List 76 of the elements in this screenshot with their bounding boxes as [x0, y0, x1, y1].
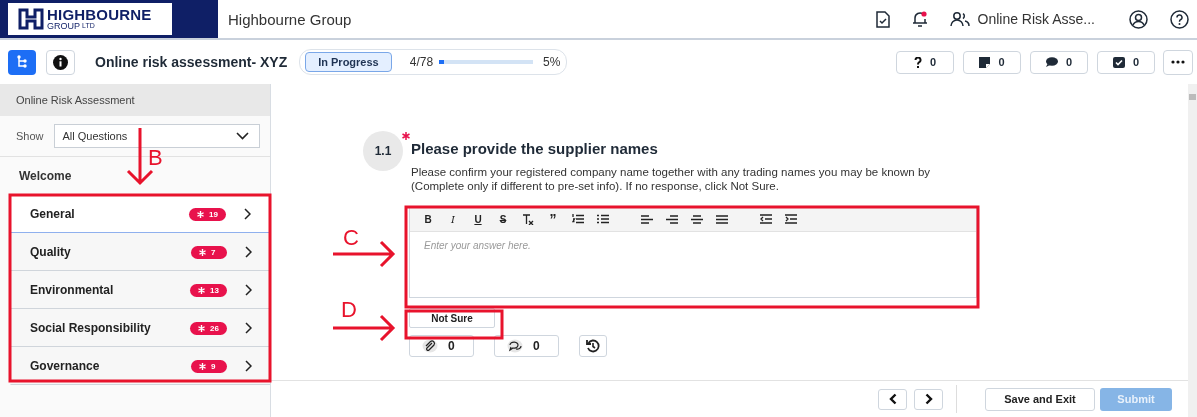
- chevron-right-icon: [245, 322, 252, 334]
- align-right-icon[interactable]: [666, 214, 678, 224]
- checkbox-icon: [1112, 56, 1125, 68]
- history-button[interactable]: [579, 335, 607, 357]
- chevron-right-icon: [245, 284, 252, 296]
- required-count-badge: 13: [190, 283, 227, 297]
- strikethrough-tool[interactable]: S: [497, 213, 509, 225]
- counter-button[interactable]: 0: [1030, 50, 1088, 74]
- answer-editor[interactable]: B I U S ” Enter your answer here.: [409, 206, 977, 298]
- required-count-badge: 9: [191, 359, 227, 373]
- counter-button[interactable]: 0: [963, 50, 1021, 74]
- italic-tool[interactable]: I: [447, 213, 459, 225]
- more-button[interactable]: [1163, 49, 1193, 75]
- previous-button[interactable]: [878, 388, 907, 410]
- counter-button[interactable]: 0: [896, 50, 954, 74]
- logo-name: HIGHBOURNE: [47, 7, 152, 22]
- question-number: 1.1: [363, 131, 403, 171]
- tree-icon: [16, 55, 28, 69]
- document-check-icon[interactable]: [875, 10, 890, 28]
- outdent-icon[interactable]: [760, 214, 772, 224]
- next-button[interactable]: [914, 388, 943, 410]
- question-description: Please confirm your registered company name together with any trading names you may be known by (Complete only if different to pre-set info). If no response, click Not Sure.: [411, 165, 932, 193]
- chevron-left-icon: [888, 393, 897, 405]
- clear-format-icon[interactable]: [522, 213, 534, 225]
- question-title: Please provide the supplier names: [411, 140, 659, 157]
- annotation-letter: C: [343, 225, 359, 251]
- app-title: Highbourne Group: [228, 10, 353, 28]
- assessment-title: Online risk assessment- XYZ: [95, 54, 288, 70]
- chevron-right-icon: [245, 360, 252, 372]
- bold-tool[interactable]: B: [422, 213, 434, 225]
- info-icon: [53, 54, 68, 70]
- user-label[interactable]: Online Risk Asse...: [977, 11, 1095, 27]
- numbered-list-icon[interactable]: [572, 214, 584, 224]
- info-button[interactable]: [46, 49, 75, 75]
- underline-tool[interactable]: U: [472, 213, 484, 225]
- user-account-icon[interactable]: [1129, 9, 1148, 29]
- counter-button[interactable]: 0: [1097, 50, 1155, 74]
- progress-count: 4/78: [409, 55, 434, 69]
- save-and-exit-button[interactable]: Save and Exit: [985, 387, 1095, 411]
- logo-subtitle: GROUP: [47, 21, 80, 31]
- justify-icon[interactable]: [716, 214, 728, 224]
- quote-tool[interactable]: ”: [547, 214, 559, 224]
- help-icon[interactable]: [1170, 9, 1189, 29]
- paperclip-icon: [422, 339, 438, 353]
- question-icon: [913, 56, 922, 68]
- comments-button[interactable]: 0: [494, 335, 559, 357]
- comments-icon: [507, 339, 523, 353]
- logo-mark-icon: [18, 8, 44, 30]
- notification-bell-icon[interactable]: [911, 10, 928, 28]
- tree-view-button[interactable]: [8, 49, 36, 75]
- annotation-letter: B: [148, 145, 163, 171]
- status-badge: In Progress: [305, 52, 392, 72]
- align-center-icon[interactable]: [691, 214, 703, 224]
- align-left-icon[interactable]: [641, 214, 653, 224]
- sidebar-item[interactable]: General 19: [10, 195, 270, 233]
- required-count-badge: 19: [189, 207, 226, 221]
- bullet-list-icon[interactable]: [597, 214, 609, 224]
- chevron-down-icon: [236, 132, 249, 140]
- speech-bubble-icon: [1045, 57, 1058, 67]
- progress-percent: 5%: [543, 55, 561, 69]
- required-count-badge: 26: [190, 321, 227, 335]
- scrollbar[interactable]: [1188, 84, 1197, 417]
- required-count-badge: 7: [191, 245, 227, 259]
- chevron-right-icon: [924, 393, 933, 405]
- sidebar-title: Online Risk Assessment: [16, 94, 135, 106]
- chevron-right-icon: [244, 208, 251, 220]
- more-icon: [1171, 60, 1185, 64]
- users-icon[interactable]: [949, 11, 970, 27]
- annotation-letter: D: [341, 297, 357, 323]
- note-icon: [979, 56, 991, 68]
- history-icon: [586, 339, 600, 353]
- filter-dropdown[interactable]: All Questions: [53, 124, 260, 148]
- sidebar-item[interactable]: Welcome: [19, 169, 72, 183]
- show-label: Show: [16, 130, 44, 142]
- chevron-right-icon: [245, 246, 252, 258]
- indent-icon[interactable]: [785, 214, 797, 224]
